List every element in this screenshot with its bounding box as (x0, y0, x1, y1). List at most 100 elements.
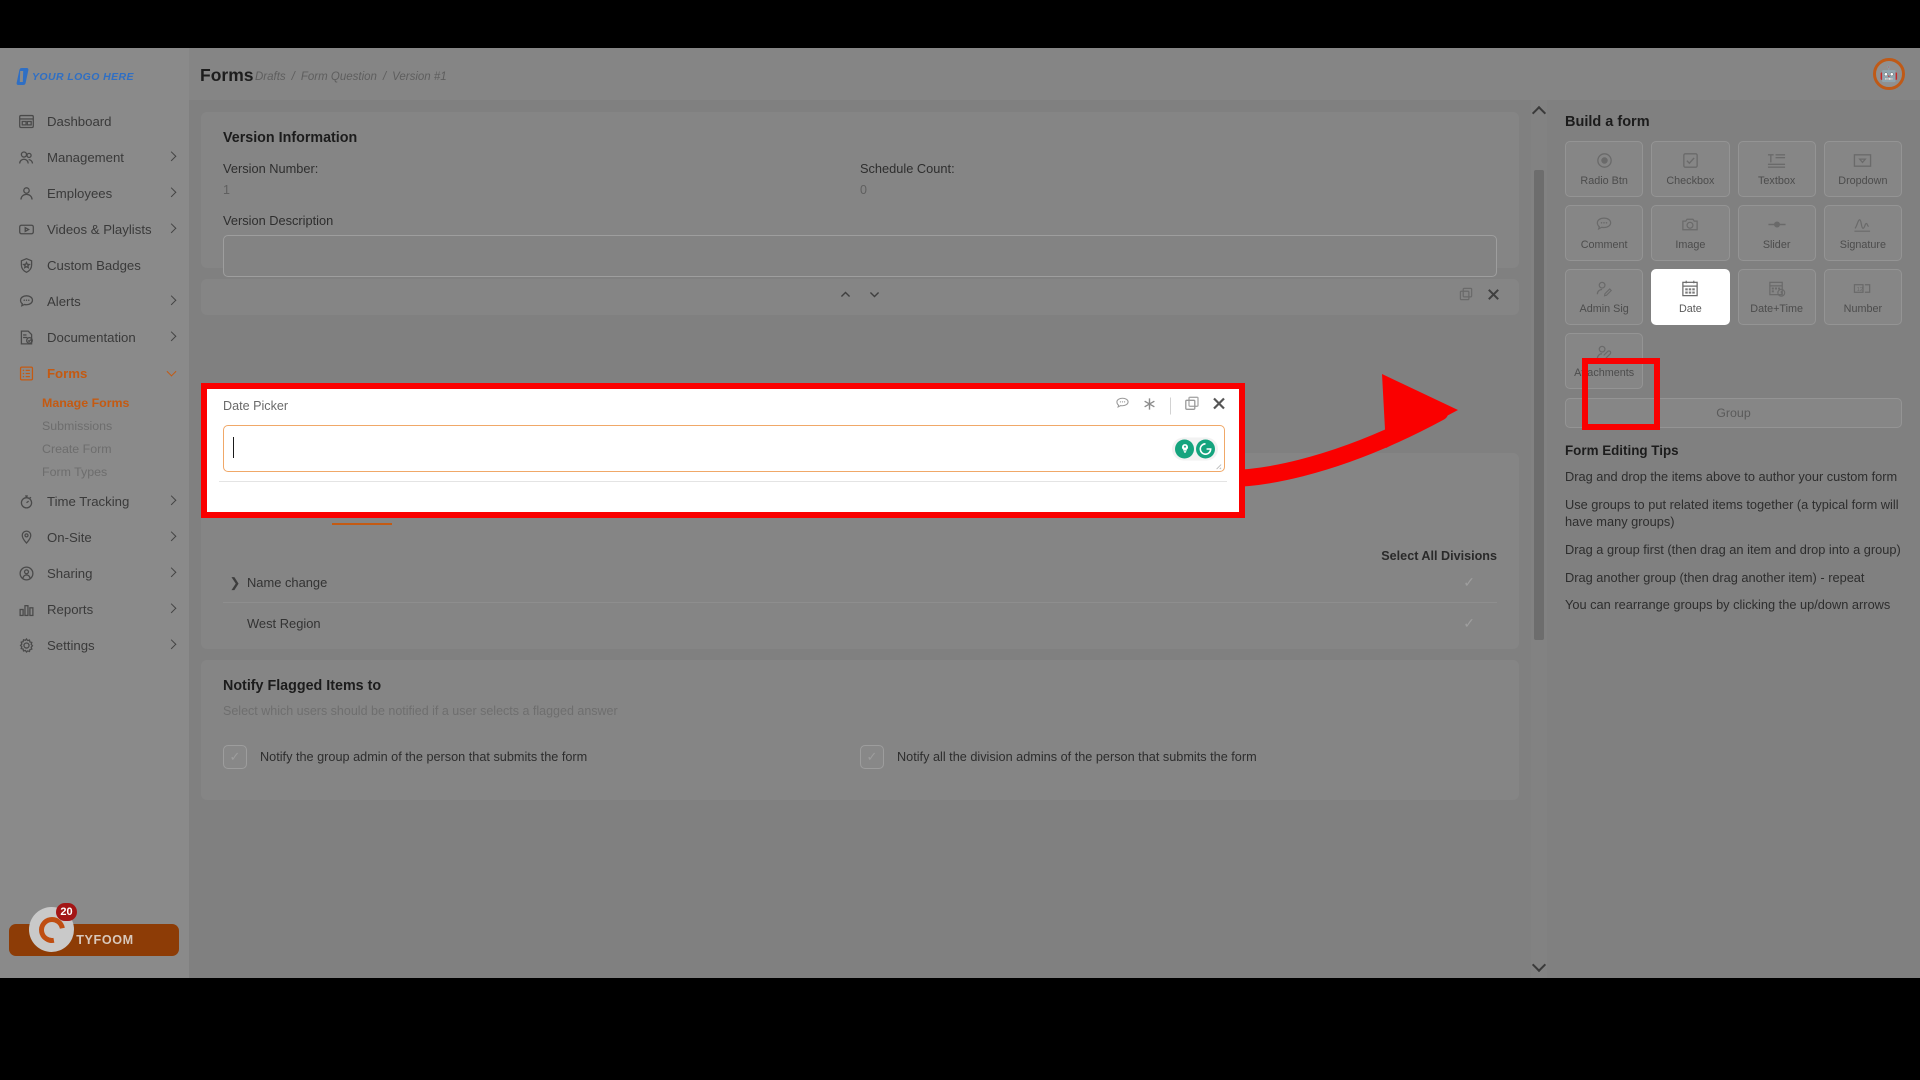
palette-item-slider[interactable]: Slider (1737, 205, 1816, 261)
breadcrumb-item[interactable]: Form Question (301, 71, 377, 83)
sidebar-item-on-site[interactable]: On-Site (0, 519, 189, 555)
palette-item-dropdown[interactable]: Dropdown (1823, 141, 1902, 197)
avatar[interactable]: 🤖 (1873, 58, 1905, 90)
checkbox-icon[interactable]: ✓ (223, 745, 247, 769)
breadcrumb-item[interactable]: Version #1 (392, 71, 447, 83)
scrollbar-thumb[interactable] (1534, 170, 1544, 640)
breadcrumb-separator: / (291, 71, 295, 83)
date-picker-input[interactable] (223, 425, 1225, 472)
palette-item-number[interactable]: 12 Number (1823, 269, 1902, 325)
date-picker-card-header: Date Picker (207, 389, 1239, 423)
palette-item-label: Checkbox (1666, 175, 1715, 187)
sidebar-item-label: Forms (47, 365, 88, 381)
sidebar-subitem-manage-forms[interactable]: Manage Forms (0, 391, 189, 414)
logo-text: YOUR LOGO HERE (32, 70, 134, 83)
build-a-form-title: Build a form (1565, 114, 1650, 130)
sidebar-item-sharing[interactable]: Sharing (0, 555, 189, 591)
division-row[interactable]: West Region ✓ (223, 603, 1497, 643)
copy-icon[interactable] (1459, 287, 1474, 307)
sidebar-item-settings[interactable]: Settings (0, 627, 189, 663)
palette-item-signature[interactable]: Signature (1823, 205, 1902, 261)
grammarly-widget[interactable] (1172, 437, 1218, 460)
sidebar-item-custom-badges[interactable]: Custom Badges (0, 247, 189, 283)
sidebar-item-dashboard[interactable]: Dashboard (0, 103, 189, 139)
move-up-button[interactable] (839, 288, 852, 306)
sidebar-item-employees[interactable]: Employees (0, 175, 189, 211)
palette-item-label: Signature (1839, 239, 1886, 251)
main-scrollbar[interactable] (1531, 100, 1547, 978)
notify-flagged-card: Notify Flagged Items to Select which use… (201, 660, 1519, 800)
schedule-count-value: 0 (860, 183, 867, 197)
notify-option-division-admins[interactable]: ✓ Notify all the division admins of the … (860, 745, 1497, 769)
close-icon[interactable] (1486, 287, 1501, 307)
palette-item-date[interactable]: Date (1651, 269, 1730, 325)
breadcrumb-item[interactable]: Drafts (255, 71, 286, 83)
palette-item-admin-sig[interactable]: Admin Sig (1565, 269, 1644, 325)
sidebar-item-management[interactable]: Management (0, 139, 189, 175)
schedule-count-label: Schedule Count: (860, 161, 955, 176)
palette-item-textbox[interactable]: Textbox (1737, 141, 1816, 197)
sidebar-subitem-create-form[interactable]: Create Form (0, 437, 189, 460)
top-header: Forms Drafts / Form Question / Version #… (189, 48, 1920, 100)
palette-item-comment[interactable]: Comment (1565, 205, 1644, 261)
move-down-button[interactable] (868, 288, 881, 306)
comment-icon (1594, 215, 1614, 234)
sidebar-subitem-label: Manage Forms (42, 395, 130, 410)
scroll-up-arrow-icon[interactable] (1531, 105, 1547, 121)
division-row[interactable]: ❯ Name change ✓ (223, 563, 1497, 603)
palette-item-label: Date (1678, 303, 1702, 315)
required-asterisk-icon[interactable] (1142, 396, 1157, 416)
grammarly-lightbulb-icon[interactable] (1175, 439, 1194, 458)
sidebar-subitem-submissions[interactable]: Submissions (0, 414, 189, 437)
version-description-input[interactable] (223, 235, 1497, 277)
comment-icon[interactable] (1114, 396, 1131, 417)
expand-chevron-icon[interactable]: ❯ (223, 575, 247, 591)
division-check-icon[interactable]: ✓ (1463, 574, 1475, 591)
sidebar-item-label: Sharing (47, 565, 93, 581)
resize-handle-icon[interactable] (1213, 461, 1222, 470)
tyfoom-avatar-badge[interactable]: 20 (29, 903, 77, 952)
chevron-right-icon (166, 531, 177, 542)
sidebar-item-forms[interactable]: Forms (0, 355, 189, 391)
checkbox-icon[interactable]: ✓ (860, 745, 884, 769)
sidebar-item-videos-playlists[interactable]: Videos & Playlists (0, 211, 189, 247)
palette-item-checkbox[interactable]: Checkbox (1651, 141, 1730, 197)
grammarly-g-icon[interactable] (1196, 439, 1215, 458)
sidebar-item-label: Custom Badges (47, 257, 141, 273)
copy-icon[interactable] (1184, 396, 1200, 417)
scroll-down-arrow-icon[interactable] (1531, 957, 1547, 973)
main-content: Version Information Version Number: 1 Sc… (189, 100, 1531, 978)
checkbox-icon (1681, 151, 1700, 170)
palette-item-label: Number (1843, 303, 1883, 315)
notify-option-label: Notify all the division admins of the pe… (897, 750, 1257, 764)
palette-item-radio-btn[interactable]: Radio Btn (1565, 141, 1644, 197)
sidebar-subitem-label: Form Types (42, 464, 108, 479)
palette-item-attachments[interactable]: Attachments (1565, 333, 1644, 389)
sidebar-item-alerts[interactable]: Alerts (0, 283, 189, 319)
version-number-label: Version Number: (223, 161, 319, 176)
division-check-icon[interactable]: ✓ (1463, 615, 1475, 632)
sidebar-item-time-tracking[interactable]: Time Tracking (0, 483, 189, 519)
documentation-icon (17, 328, 36, 347)
sidebar-item-reports[interactable]: Reports (0, 591, 189, 627)
chevron-right-icon (166, 495, 177, 506)
group-button[interactable]: Group (1565, 398, 1902, 428)
select-all-divisions-button[interactable]: Select All Divisions (223, 549, 1497, 563)
page-title: Forms (200, 65, 254, 85)
division-label: Name change (247, 575, 328, 590)
time-tracking-icon (17, 492, 36, 511)
management-icon (17, 148, 36, 167)
sidebar-subitem-form-types[interactable]: Form Types (0, 460, 189, 483)
action-divider (1170, 397, 1171, 415)
notify-option-group-admin[interactable]: ✓ Notify the group admin of the person t… (223, 745, 860, 769)
close-icon[interactable] (1211, 396, 1227, 417)
notify-options: ✓ Notify the group admin of the person t… (223, 745, 1497, 769)
reorder-arrows (839, 288, 881, 306)
palette-item-date-time[interactable]: Date+Time (1737, 269, 1816, 325)
sidebar-item-label: On-Site (47, 529, 92, 545)
sidebar-item-label: Settings (47, 637, 95, 653)
palette-item-image[interactable]: Image (1651, 205, 1730, 261)
palette-item-label: Date+Time (1750, 303, 1803, 315)
sidebar-item-documentation[interactable]: Documentation (0, 319, 189, 355)
calendar-clock-icon (1767, 279, 1787, 298)
